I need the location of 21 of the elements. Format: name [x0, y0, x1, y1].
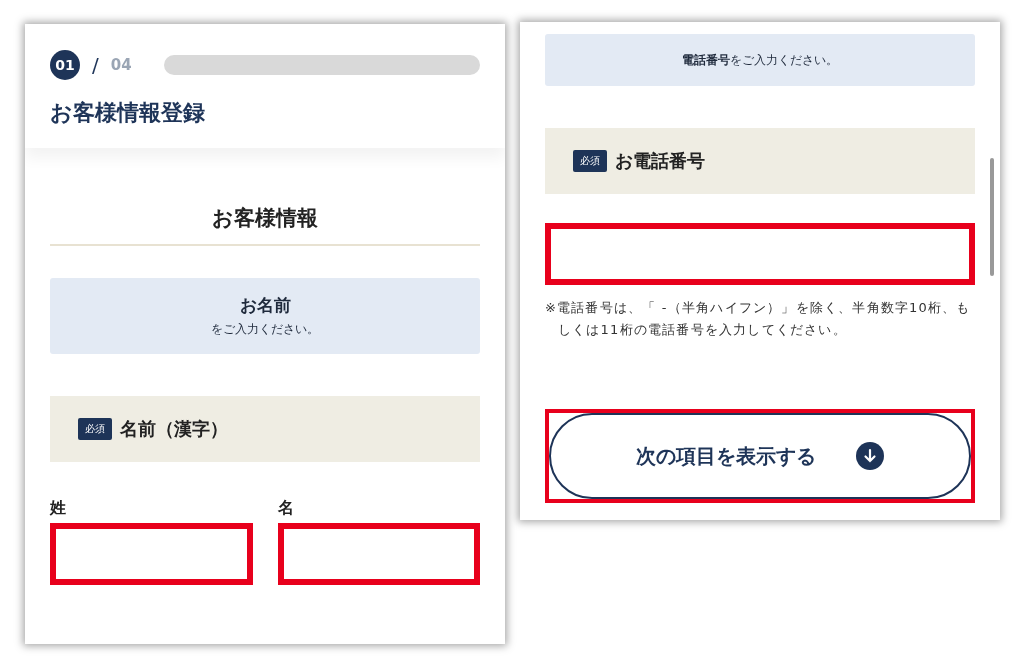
input-label: 名: [277, 498, 295, 519]
input-label: 姓: [50, 498, 67, 519]
prompt-heading: お名前: [239, 294, 291, 317]
prompt-text: をご入力ください。: [211, 321, 319, 338]
next-button[interactable]: 次の項目を表示する: [549, 413, 971, 500]
input-note: ※電話番号は、「 -（半角ハイフン）」を除く、半角数字10桁、もしくは11桁の電話番号を入力してください。: [545, 299, 972, 340]
required-badge: 必須: [78, 418, 112, 440]
scrollbar[interactable]: [990, 158, 994, 276]
step-total: 04: [110, 56, 132, 74]
step-separator: /: [92, 53, 99, 77]
field-label: 名前（漢字）: [120, 417, 228, 441]
section-title: お客様情報: [50, 204, 480, 246]
phone-input-field[interactable]: [545, 223, 975, 285]
input-field[interactable]: [50, 523, 253, 585]
step-number: 01: [50, 50, 80, 80]
prompt-text: 電話番号をご入力ください。: [682, 51, 838, 69]
input-field[interactable]: [277, 523, 480, 585]
arrow-down-icon: [856, 442, 884, 471]
required-badge: 必須: [573, 150, 607, 172]
page-title: お客様情報登録: [50, 99, 206, 127]
field-label: お電話番号: [615, 149, 705, 173]
